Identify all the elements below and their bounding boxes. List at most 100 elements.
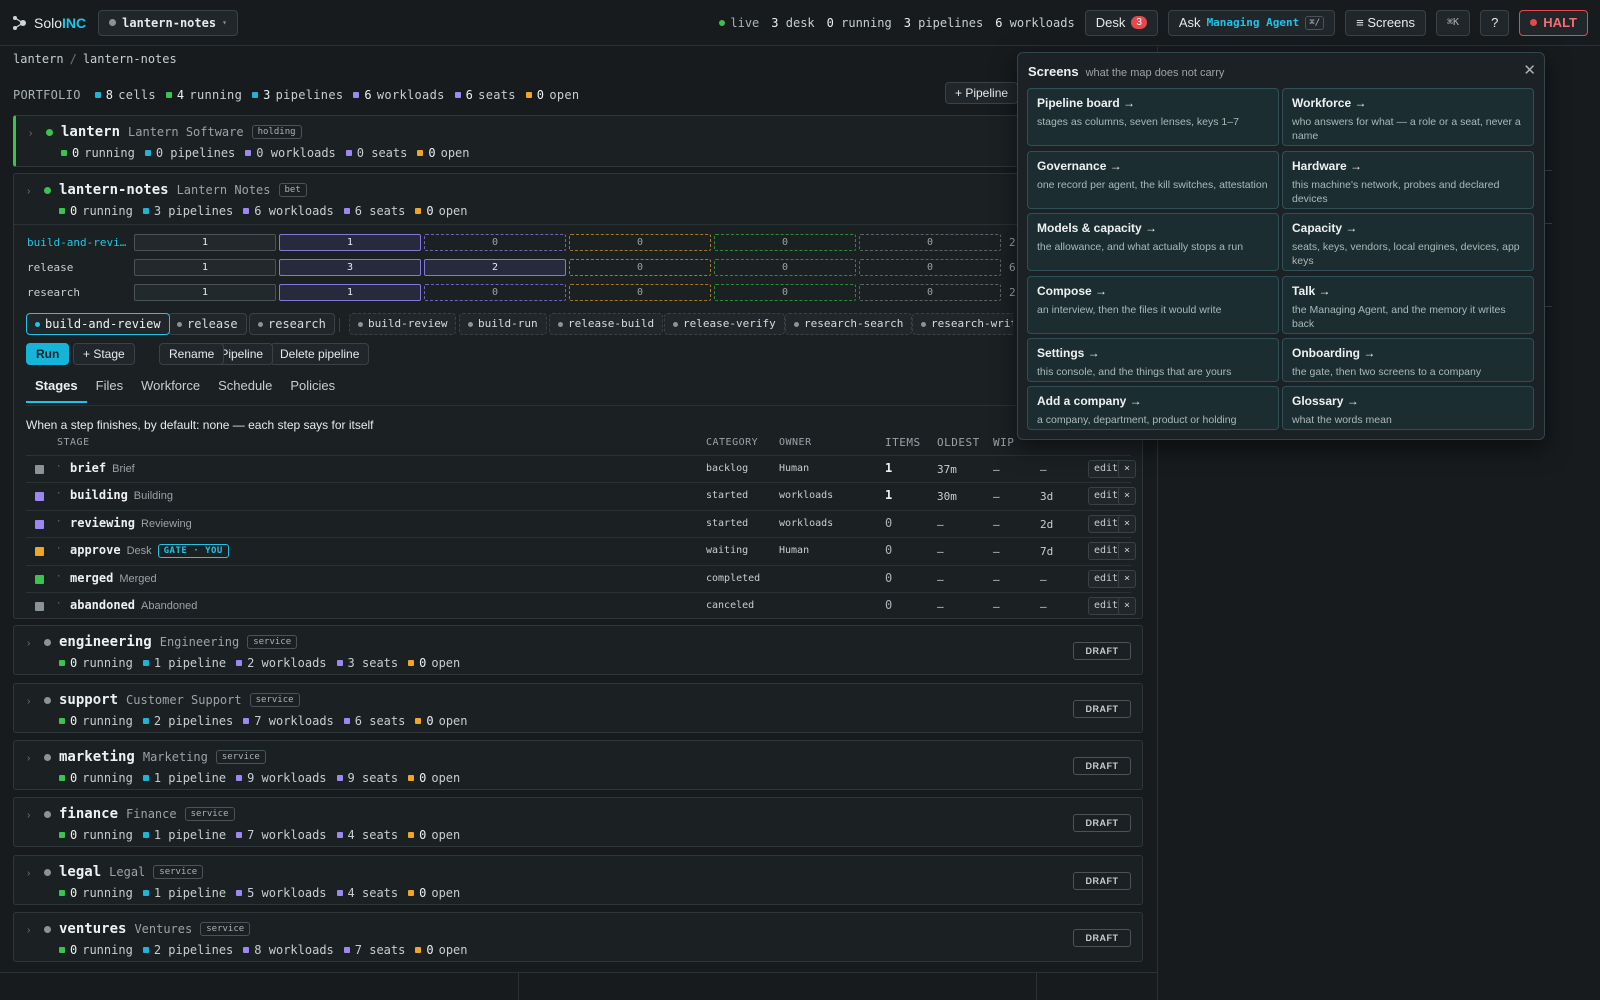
screen-card-hardware[interactable]: Hardware → this machine's network, probes… bbox=[1282, 151, 1534, 209]
tab-policies[interactable]: Policies bbox=[281, 376, 344, 403]
chevron-right-icon[interactable]: › bbox=[27, 186, 30, 197]
pipeline-stage-count[interactable]: 0 bbox=[714, 234, 856, 251]
stage-row-brief[interactable]: · brief Brief backlog Human 1 37m — — edi… bbox=[26, 455, 1136, 482]
cell-lantern[interactable]: › lantern Lantern Software holding 0 runnin… bbox=[13, 115, 1143, 167]
chevron-right-icon[interactable]: · bbox=[56, 572, 61, 582]
tab-stages[interactable]: Stages bbox=[26, 376, 87, 403]
chevron-right-icon[interactable]: › bbox=[27, 868, 30, 879]
screen-card-talk[interactable]: Talk → the Managing Agent, and the memory… bbox=[1282, 276, 1534, 334]
stage-row-merged[interactable]: · merged Merged completed 0 — — — edit × bbox=[26, 564, 1136, 592]
chevron-right-icon[interactable]: › bbox=[27, 696, 30, 707]
action-run-button[interactable]: Run bbox=[26, 343, 70, 365]
pipeline-stage-count[interactable]: 2 bbox=[424, 259, 566, 276]
help-button[interactable]: ? bbox=[1480, 9, 1510, 36]
workload-chip-research-search[interactable]: research-search bbox=[785, 313, 913, 335]
pipeline-stage-count[interactable]: 0 bbox=[569, 284, 711, 301]
workload-chip-build-review[interactable]: build-review bbox=[349, 313, 457, 335]
screen-card-pipeline-board[interactable]: Pipeline board → stages as columns, seven… bbox=[1027, 88, 1279, 146]
brand-logo[interactable]: SoloINC bbox=[12, 15, 86, 31]
screen-card-capacity[interactable]: Capacity → seats, keys, vendors, local en… bbox=[1282, 213, 1534, 271]
pipeline-row-name[interactable]: research bbox=[27, 286, 80, 299]
screen-card-workforce[interactable]: Workforce → who answers for what — a role… bbox=[1282, 88, 1534, 146]
chevron-right-icon[interactable]: › bbox=[27, 638, 30, 649]
pipeline-stage-count[interactable]: 0 bbox=[714, 284, 856, 301]
pipeline-row-name[interactable]: release bbox=[27, 261, 73, 274]
chevron-right-icon[interactable]: › bbox=[27, 810, 30, 821]
pipeline-stage-count[interactable]: 1 bbox=[134, 284, 276, 301]
remove-stage-button[interactable]: × bbox=[1118, 542, 1136, 561]
screen-card-settings[interactable]: Settings → this console, and the things t… bbox=[1027, 338, 1279, 382]
pipeline-stage-count[interactable]: 1 bbox=[134, 234, 276, 251]
pipeline-stage-count[interactable]: 1 bbox=[134, 259, 276, 276]
pipeline-stage-count[interactable]: 3 bbox=[279, 259, 421, 276]
pipeline-stage-count[interactable]: 0 bbox=[424, 284, 566, 301]
ask-agent-button[interactable]: Ask Managing Agent ⌘/ bbox=[1167, 9, 1336, 36]
pipeline-stage-count[interactable]: 0 bbox=[859, 259, 1001, 276]
pipeline-chip-build-and-review[interactable]: build-and-review bbox=[26, 313, 170, 335]
tab-files[interactable]: Files bbox=[87, 376, 132, 403]
pipeline-stage-count[interactable]: 0 bbox=[569, 234, 711, 251]
add-pipeline-button[interactable]: + Pipeline bbox=[945, 82, 1019, 104]
pipeline-stage-count[interactable]: 0 bbox=[859, 234, 1001, 251]
screen-card-governance[interactable]: Governance → one record per agent, the ki… bbox=[1027, 151, 1279, 209]
close-icon[interactable]: ✕ bbox=[1523, 61, 1536, 79]
draft-badge[interactable]: DRAFT bbox=[1073, 814, 1131, 832]
workload-chip-build-run[interactable]: build-run bbox=[459, 313, 547, 335]
action-rename-button[interactable]: Rename bbox=[159, 343, 225, 365]
cell-engineering[interactable]: › engineering Engineering service 0 running… bbox=[13, 625, 1143, 675]
chevron-right-icon[interactable]: › bbox=[27, 925, 30, 936]
tab-schedule[interactable]: Schedule bbox=[209, 376, 281, 403]
breadcrumb-root[interactable]: lantern bbox=[13, 52, 64, 66]
screens-button[interactable]: ≡ Screens bbox=[1345, 9, 1427, 36]
workload-chip-release-build[interactable]: release-build bbox=[549, 313, 664, 335]
stage-row-approve[interactable]: · approve Desk GATE · YOU waiting Human 0 … bbox=[26, 537, 1136, 564]
stage-row-building[interactable]: · building Building started workloads 1 3… bbox=[26, 482, 1136, 509]
draft-badge[interactable]: DRAFT bbox=[1073, 757, 1131, 775]
remove-stage-button[interactable]: × bbox=[1118, 569, 1136, 588]
remove-stage-button[interactable]: × bbox=[1118, 487, 1136, 506]
pipeline-row-name[interactable]: build-and-revi… bbox=[27, 236, 126, 249]
remove-stage-button[interactable]: × bbox=[1118, 460, 1136, 478]
workload-chip-release-verify[interactable]: release-verify bbox=[664, 313, 785, 335]
desk-button[interactable]: Desk 3 bbox=[1084, 9, 1158, 36]
screen-card-compose[interactable]: Compose → an interview, then the files it… bbox=[1027, 276, 1279, 334]
halt-button[interactable]: HALT bbox=[1519, 9, 1588, 36]
chevron-right-icon[interactable]: › bbox=[27, 753, 30, 764]
draft-badge[interactable]: DRAFT bbox=[1073, 700, 1131, 718]
remove-stage-button[interactable]: × bbox=[1118, 597, 1136, 615]
draft-badge[interactable]: DRAFT bbox=[1073, 929, 1131, 947]
chevron-right-icon[interactable]: · bbox=[56, 489, 61, 499]
draft-badge[interactable]: DRAFT bbox=[1073, 872, 1131, 890]
stage-row-reviewing[interactable]: · reviewing Reviewing started workloads 0… bbox=[26, 509, 1136, 537]
project-switcher[interactable]: lantern-notes ▾ bbox=[98, 9, 238, 36]
pipeline-chip-release[interactable]: release bbox=[168, 313, 247, 335]
cell-support[interactable]: › support Customer Support service 0 runnin… bbox=[13, 683, 1143, 733]
screen-card-onboarding[interactable]: Onboarding → the gate, then two screens t… bbox=[1282, 338, 1534, 382]
chevron-right-icon[interactable]: · bbox=[56, 544, 61, 554]
cell-legal[interactable]: › legal Legal service 0 running 1 pipeline … bbox=[13, 855, 1143, 905]
pipeline-stage-count[interactable]: 1 bbox=[279, 284, 421, 301]
screen-card-models-capacity[interactable]: Models & capacity → the allowance, and wh… bbox=[1027, 213, 1279, 271]
pipeline-stage-count[interactable]: 0 bbox=[859, 284, 1001, 301]
draft-badge[interactable]: DRAFT bbox=[1073, 642, 1131, 660]
pipeline-stage-count[interactable]: 0 bbox=[424, 234, 566, 251]
cell-finance[interactable]: › finance Finance service 0 running 1 pipel… bbox=[13, 797, 1143, 847]
command-palette-button[interactable]: ⌘K bbox=[1436, 9, 1471, 36]
cell-ventures[interactable]: › ventures Ventures service 0 running 2 pip… bbox=[13, 912, 1143, 962]
pipeline-stage-count[interactable]: 1 bbox=[279, 234, 421, 251]
pipeline-chip-research[interactable]: research bbox=[249, 313, 335, 335]
workload-chip-research-write[interactable]: research-write bbox=[912, 313, 1013, 335]
cell-marketing[interactable]: › marketing Marketing service 0 running 1 p… bbox=[13, 740, 1143, 790]
screen-card-add-a-company[interactable]: Add a company → a company, department, pr… bbox=[1027, 386, 1279, 430]
tab-workforce[interactable]: Workforce bbox=[132, 376, 209, 403]
chevron-right-icon[interactable]: · bbox=[56, 462, 61, 472]
pipeline-stage-count[interactable]: 0 bbox=[569, 259, 711, 276]
chevron-right-icon[interactable]: · bbox=[56, 599, 61, 609]
screen-card-glossary[interactable]: Glossary → what the words mean bbox=[1282, 386, 1534, 430]
remove-stage-button[interactable]: × bbox=[1118, 514, 1136, 533]
chevron-right-icon[interactable]: › bbox=[29, 128, 32, 139]
action-add-stage-button[interactable]: + Stage bbox=[73, 343, 135, 365]
chevron-right-icon[interactable]: · bbox=[56, 517, 61, 527]
pipeline-stage-count[interactable]: 0 bbox=[714, 259, 856, 276]
action-delete-pipeline-button[interactable]: Delete pipeline bbox=[270, 343, 370, 365]
